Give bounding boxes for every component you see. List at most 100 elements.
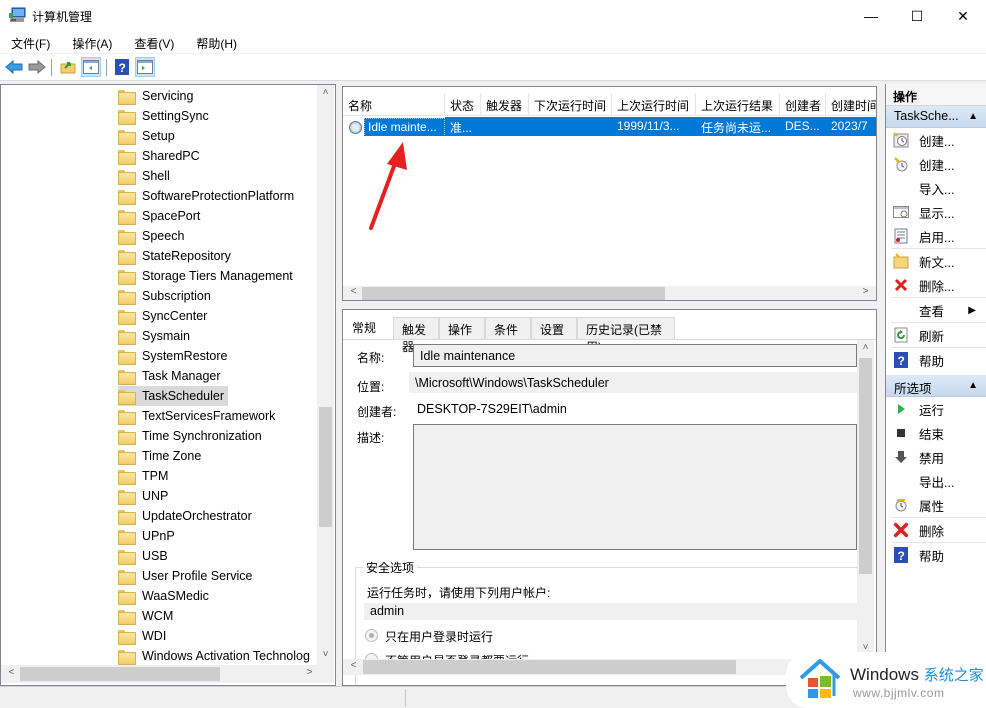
tree-horizontal-scrollbar[interactable]: < > (1, 665, 334, 683)
tree-item[interactable]: Task Manager (118, 366, 225, 386)
show-hide-action-pane-button[interactable] (135, 57, 155, 77)
column-last-run[interactable]: 上次运行时间 (612, 93, 696, 116)
scroll-right-arrow[interactable]: > (301, 667, 318, 678)
action-item[interactable]: ? 帮助 (886, 348, 986, 372)
action-item[interactable]: 刷新 (886, 323, 986, 347)
maximize-button[interactable]: ☐ (894, 0, 940, 32)
tree-item[interactable]: TaskScheduler (118, 386, 228, 406)
tree-item[interactable]: Windows Activation Technolog (118, 646, 314, 666)
action-item[interactable]: ? 帮助 (886, 543, 986, 567)
scroll-thumb[interactable] (859, 358, 872, 574)
action-item[interactable]: 启用... (886, 224, 986, 248)
tree-item[interactable]: TextServicesFramework (118, 406, 279, 426)
actions-section-taskscheduler[interactable]: TaskSche... ▲ (886, 106, 986, 128)
minimize-button[interactable]: — (848, 0, 894, 32)
tree-item[interactable]: WCM (118, 606, 177, 626)
tree-item[interactable]: Sysmain (118, 326, 194, 346)
scroll-down-arrow[interactable]: ˅ (317, 649, 334, 660)
column-name[interactable]: 名称 (343, 93, 445, 116)
radio-run-only-logged-on-label[interactable]: 只在用户登录时运行 (385, 628, 493, 645)
action-item[interactable]: 新文... (886, 249, 986, 273)
tree-item[interactable]: SyncCenter (118, 306, 211, 326)
scroll-left-arrow[interactable]: < (3, 667, 20, 678)
forward-button[interactable] (27, 57, 47, 77)
action-item[interactable]: 创建... (886, 152, 986, 176)
close-button[interactable]: ✕ (940, 0, 986, 32)
actions-section-selected-item[interactable]: 所选项 ▲ (886, 375, 986, 397)
tree-item[interactable]: Storage Tiers Management (118, 266, 297, 286)
tree-vertical-scrollbar[interactable]: ˄ ˅ (317, 85, 334, 665)
column-created[interactable]: 创建时间 (826, 93, 876, 116)
tree-item[interactable]: UPnP (118, 526, 179, 546)
tree-item[interactable]: WDI (118, 626, 170, 646)
scroll-thumb[interactable] (362, 287, 665, 300)
scroll-up-arrow[interactable]: ˄ (857, 342, 874, 353)
author-field[interactable]: DESKTOP-7S29EIT\admin (411, 398, 857, 419)
column-author[interactable]: 创建者 (780, 93, 826, 116)
action-item[interactable]: 查看 ▶ (886, 298, 986, 322)
action-item[interactable]: 创建... (886, 128, 986, 152)
tree-item[interactable]: Shell (118, 166, 174, 186)
column-trigger[interactable]: 触发器 (481, 93, 529, 116)
tree-item[interactable]: Time Synchronization (118, 426, 266, 446)
menu-file[interactable]: 文件(F) (0, 32, 58, 53)
tab-settings[interactable]: 设置 (531, 317, 577, 339)
column-next-run[interactable]: 下次运行时间 (529, 93, 612, 116)
scroll-thumb[interactable] (319, 407, 332, 527)
scroll-thumb[interactable] (363, 660, 736, 674)
collapse-icon[interactable]: ▲ (968, 111, 978, 122)
scroll-up-arrow[interactable]: ˄ (317, 87, 334, 98)
menu-help[interactable]: 帮助(H) (188, 32, 245, 53)
action-item[interactable]: 导入... (886, 176, 986, 200)
radio-run-only-logged-on[interactable] (365, 629, 378, 642)
action-item[interactable]: 属性 (886, 493, 986, 517)
back-button[interactable] (4, 57, 24, 77)
details-horizontal-scrollbar[interactable]: < (343, 659, 857, 675)
tree-item[interactable]: USB (118, 546, 172, 566)
tree-item[interactable]: Servicing (118, 86, 197, 106)
scroll-right-arrow[interactable]: > (857, 286, 874, 297)
tree-item[interactable]: User Profile Service (118, 566, 256, 586)
table-row[interactable]: Idle mainte... 准... 1999/11/3... 任务尚未运..… (343, 117, 876, 136)
scroll-left-arrow[interactable]: < (345, 286, 362, 297)
name-field[interactable]: Idle maintenance (413, 344, 857, 367)
tree-item[interactable]: StateRepository (118, 246, 235, 266)
action-item[interactable]: 显示... (886, 200, 986, 224)
collapse-icon[interactable]: ▲ (968, 380, 978, 391)
tab-general[interactable]: 常规 (343, 315, 393, 339)
tree-item[interactable]: WaaSMedic (118, 586, 213, 606)
show-hide-tree-button[interactable] (81, 57, 101, 77)
scroll-left-arrow[interactable]: < (345, 660, 362, 671)
menu-view[interactable]: 查看(V) (126, 32, 182, 53)
tab-conditions[interactable]: 条件 (485, 317, 531, 339)
tree-item[interactable]: Setup (118, 126, 179, 146)
action-item[interactable]: 删除... (886, 273, 986, 297)
location-field[interactable]: \Microsoft\Windows\TaskScheduler (409, 372, 857, 393)
tab-history[interactable]: 历史记录(已禁用) (577, 317, 675, 354)
tree-item[interactable]: Speech (118, 226, 188, 246)
tree-item[interactable]: UpdateOrchestrator (118, 506, 256, 526)
description-field[interactable] (413, 424, 857, 550)
tree-item[interactable]: SpacePort (118, 206, 204, 226)
action-item[interactable]: 删除 (886, 518, 986, 542)
task-list-horizontal-scrollbar[interactable]: < > (343, 286, 876, 300)
details-vertical-scrollbar[interactable]: ˄ ˅ (857, 340, 874, 658)
menu-action[interactable]: 操作(A) (64, 32, 120, 53)
tree-item[interactable]: Time Zone (118, 446, 205, 466)
tree-item[interactable]: TPM (118, 466, 172, 486)
up-folder-button[interactable] (58, 57, 78, 77)
action-item[interactable]: 运行 (886, 397, 986, 421)
tree-item[interactable]: SoftwareProtectionPlatform (118, 186, 298, 206)
tree-item[interactable]: SharedPC (118, 146, 204, 166)
action-item[interactable]: 禁用 (886, 445, 986, 469)
action-item[interactable]: 结束 (886, 421, 986, 445)
column-last-result[interactable]: 上次运行结果 (696, 93, 780, 116)
action-item[interactable]: 导出... (886, 469, 986, 493)
tree-item[interactable]: SettingSync (118, 106, 213, 126)
column-status[interactable]: 状态 (445, 93, 481, 116)
help-button[interactable]: ? (112, 57, 132, 77)
tree-item[interactable]: Subscription (118, 286, 215, 306)
tab-triggers[interactable]: 触发器 (393, 317, 439, 354)
tree-item[interactable]: SystemRestore (118, 346, 231, 366)
tree-item[interactable]: UNP (118, 486, 172, 506)
